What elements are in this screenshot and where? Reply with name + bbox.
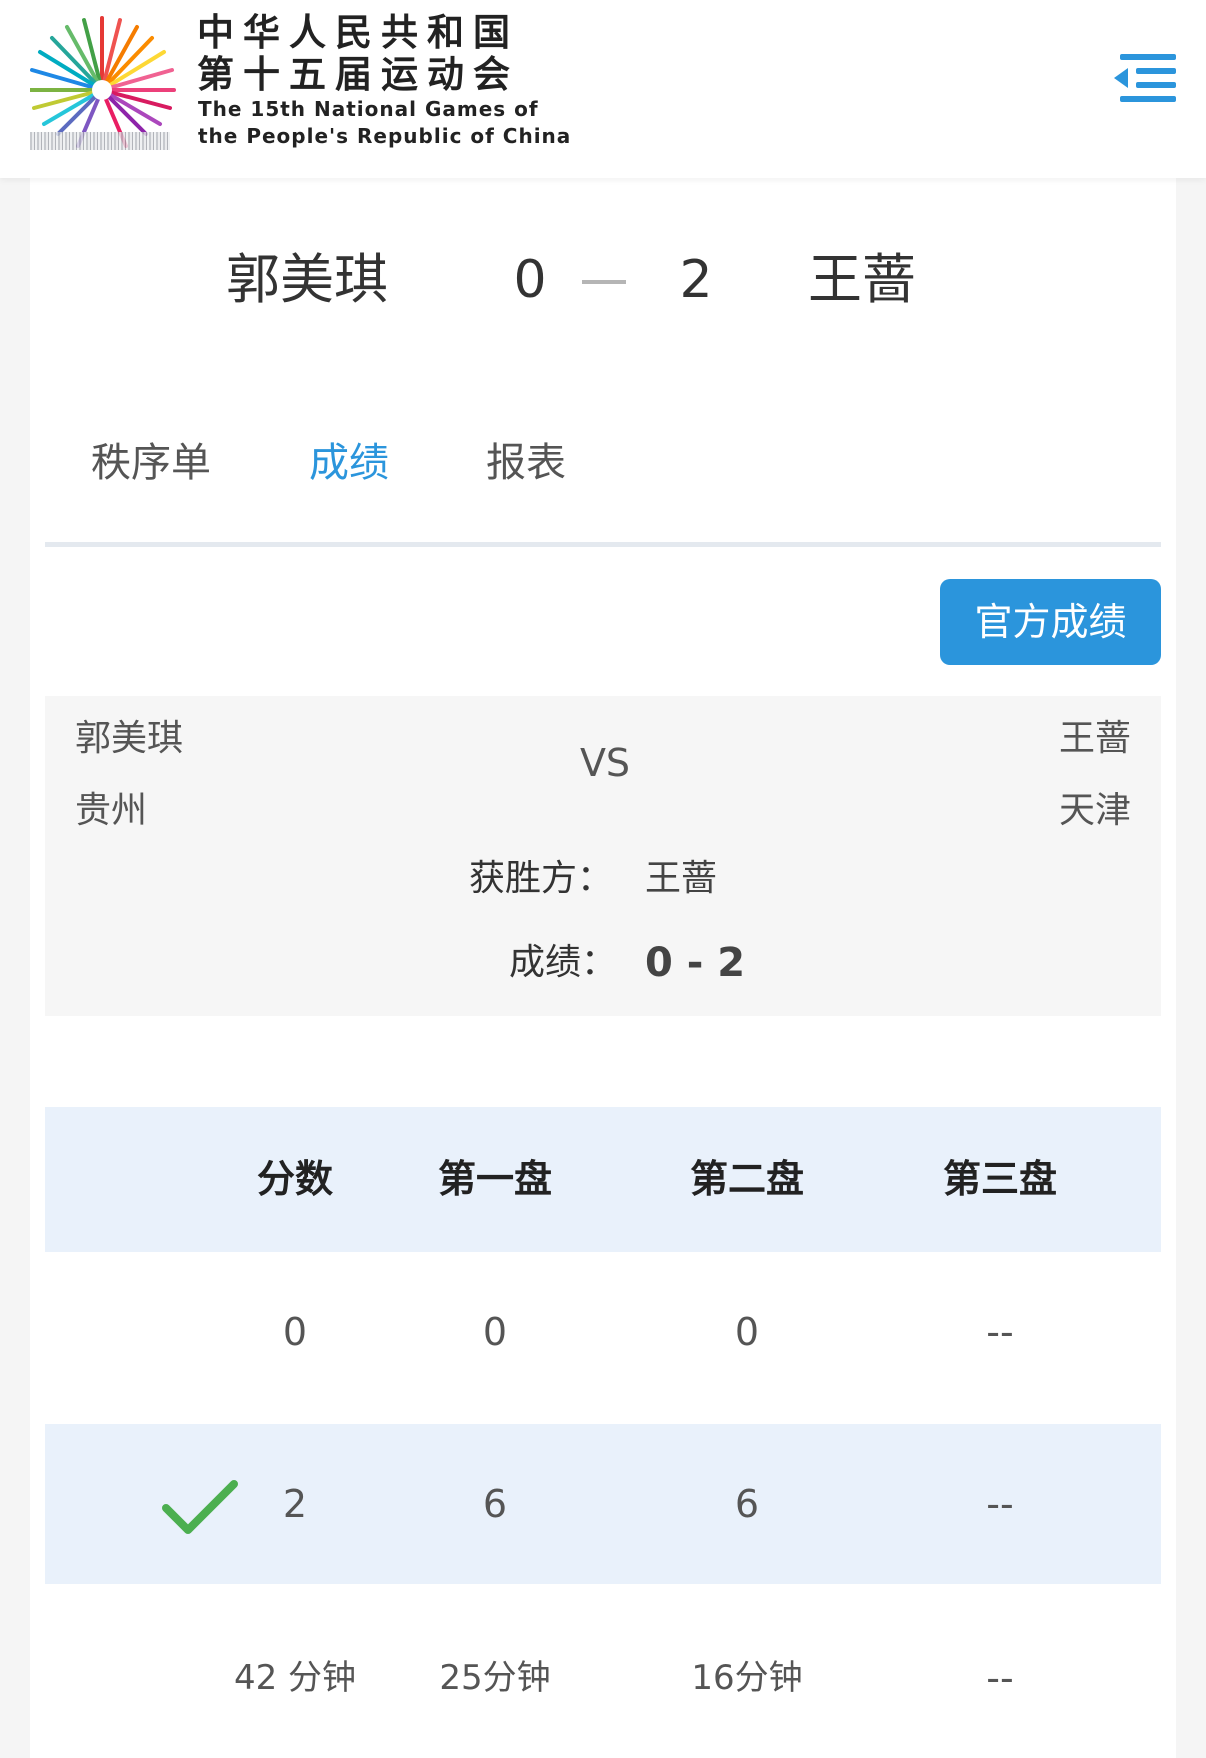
- row3-duration-set1: 25分钟: [439, 1658, 551, 1698]
- row2-set3: --: [986, 1482, 1014, 1526]
- scoreboard-player2: 王蔷: [808, 248, 916, 311]
- row1-points: 0: [282, 1310, 308, 1354]
- tab-order-list[interactable]: 秩序单: [91, 428, 211, 498]
- logo-title-en-line1: The 15th National Games of: [198, 97, 539, 121]
- header-set2: 第二盘: [689, 1157, 804, 1201]
- logo-caption-strip: [30, 132, 170, 150]
- scoreboard-player1: 郭美琪: [226, 248, 388, 311]
- row3-duration-total: 42 分钟: [233, 1658, 357, 1698]
- menu-indent-icon[interactable]: [1112, 48, 1178, 110]
- match-player1-team: 贵州: [75, 790, 148, 831]
- scoreboard-score1: 0: [513, 250, 547, 310]
- row2-set2: 6: [734, 1482, 760, 1526]
- row3-duration-set2: 16分钟: [691, 1658, 803, 1698]
- tab-divider: [45, 542, 1161, 547]
- result-value: 0 - 2: [645, 940, 746, 986]
- logo-title-cn-line2: 第十五届运动会: [197, 53, 519, 96]
- logo-title-cn-line1: 中华人民共和国: [197, 11, 519, 54]
- tab-reports[interactable]: 报表: [486, 428, 566, 498]
- match-player2-name: 王蔷: [1058, 718, 1131, 759]
- match-vs-label: VS: [579, 741, 631, 785]
- match-summary: 郭美琪 贵州 VS 王蔷 天津 获胜方： 王蔷 成绩： 0 - 2: [45, 696, 1161, 1016]
- row3-duration-set3: --: [986, 1656, 1014, 1700]
- header-points: 分数: [256, 1157, 333, 1201]
- content-card: 郭美琪 0 2 王蔷 秩序单 成绩 报表 官方成绩 郭美琪 贵州 VS 王蔷 天…: [30, 178, 1176, 1758]
- scoreboard-score2: 2: [679, 250, 713, 310]
- official-results-button[interactable]: 官方成绩: [940, 579, 1161, 665]
- row2-set1: 6: [482, 1482, 508, 1526]
- winner-label: 获胜方：: [469, 858, 614, 899]
- tab-bar: 秩序单 成绩 报表: [30, 428, 1176, 498]
- logo-title-en-line2: the People's Republic of China: [198, 124, 572, 148]
- table-row: 42 分钟 25分钟 16分钟 --: [45, 1598, 1161, 1758]
- row1-set2: 0: [734, 1310, 760, 1354]
- score-table-header: 分数 第一盘 第二盘 第三盘: [45, 1107, 1161, 1252]
- row2-points: 2: [282, 1482, 308, 1526]
- table-row: 0 0 0 --: [45, 1252, 1161, 1412]
- header-set1: 第一盘: [437, 1157, 552, 1201]
- site-header: 中华人民共和国 第十五届运动会 The 15th National Games …: [0, 0, 1206, 178]
- row1-set3: --: [986, 1310, 1014, 1354]
- table-row: 2 6 6 --: [45, 1424, 1161, 1584]
- tab-results[interactable]: 成绩: [309, 428, 389, 498]
- logo-title-cn: 中华人民共和国 第十五届运动会: [197, 12, 519, 96]
- logo-title-en: The 15th National Games of the People's …: [198, 96, 571, 150]
- scoreboard: 郭美琪 0 2 王蔷: [30, 240, 1176, 320]
- match-player1-name: 郭美琪: [75, 718, 184, 759]
- row1-set1: 0: [482, 1310, 508, 1354]
- score-dash-divider: [582, 280, 626, 284]
- winner-value: 王蔷: [645, 858, 718, 899]
- match-player2-team: 天津: [1058, 790, 1131, 831]
- header-set3: 第三盘: [942, 1157, 1057, 1201]
- result-label: 成绩：: [509, 942, 618, 983]
